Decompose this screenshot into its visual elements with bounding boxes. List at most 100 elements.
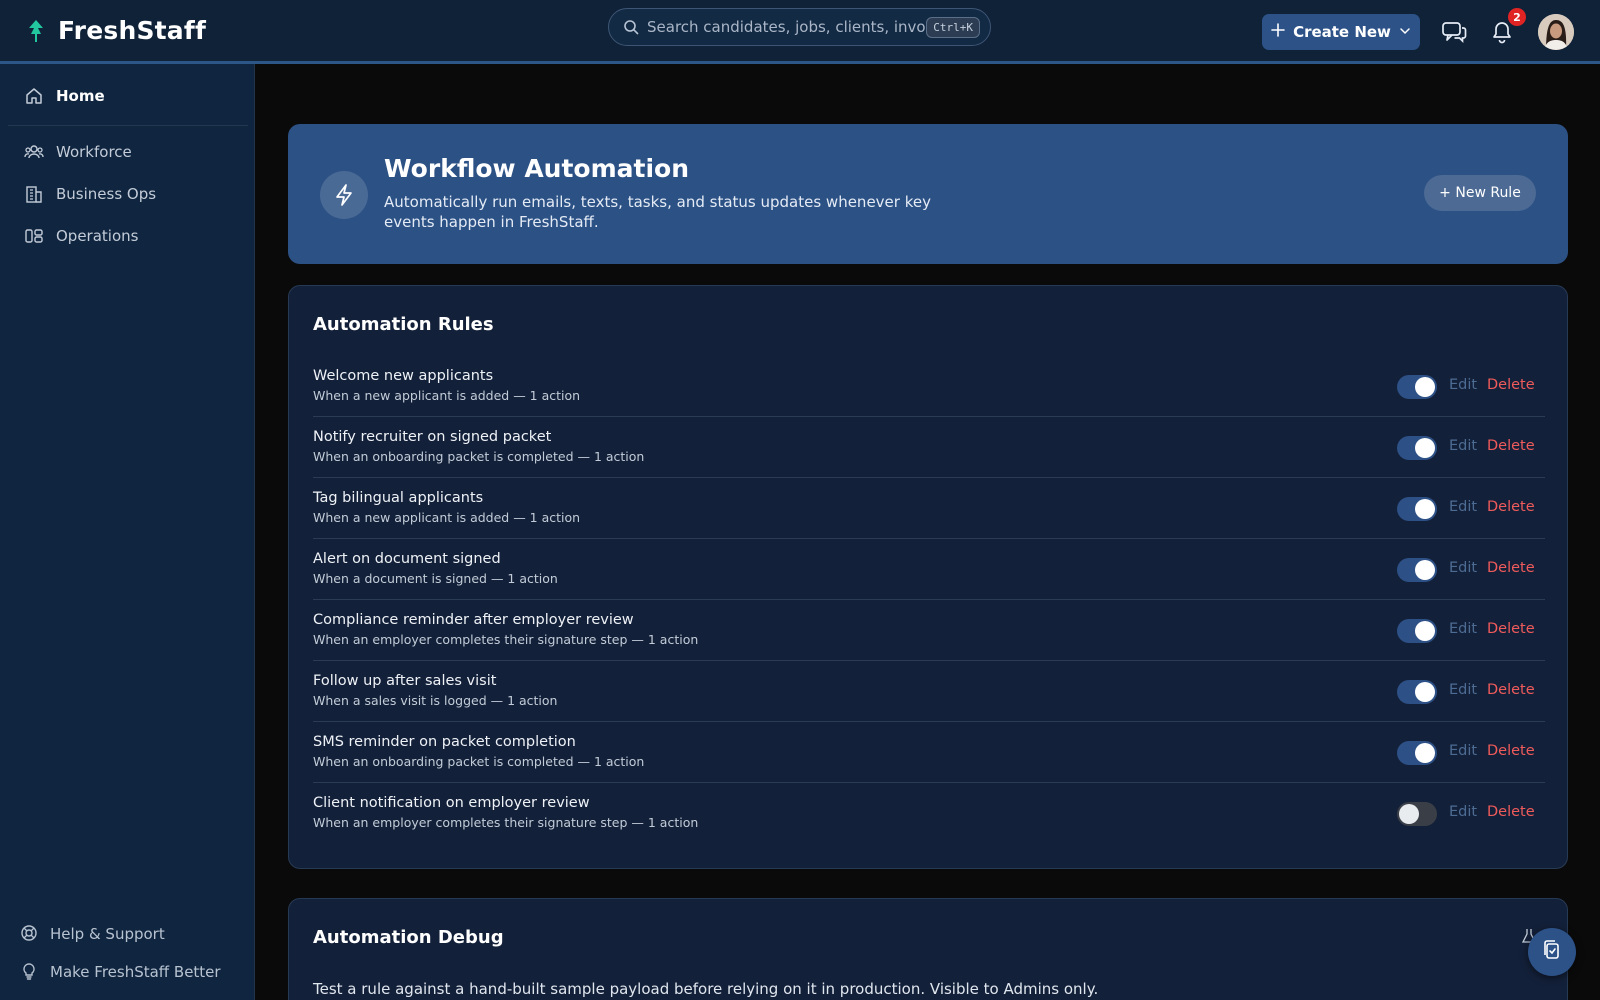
rule-enabled-toggle[interactable] (1397, 375, 1437, 399)
sidebar-item-business-ops[interactable]: Business Ops (24, 184, 156, 204)
edit-rule-link[interactable]: Edit (1449, 743, 1477, 759)
rule-description: When a document is signed — 1 action (313, 571, 558, 586)
toggle-knob (1415, 743, 1435, 763)
sidebar-help-support[interactable]: Help & Support (20, 924, 165, 944)
sidebar-item-label: Operations (56, 227, 139, 245)
avatar[interactable] (1538, 14, 1574, 50)
rule-row: Alert on document signed When a document … (313, 539, 1545, 600)
chevron-down-icon (1399, 23, 1411, 41)
rule-description: When an onboarding packet is completed —… (313, 754, 645, 769)
rule-name: Notify recruiter on signed packet (313, 429, 552, 445)
search-icon (623, 19, 639, 35)
search-input[interactable] (647, 18, 939, 36)
toggle-knob (1415, 682, 1435, 702)
people-icon (24, 142, 44, 162)
rule-row: Welcome new applicants When a new applica… (313, 356, 1545, 417)
sidebar-item-label: Business Ops (56, 185, 157, 203)
toggle-knob (1399, 804, 1419, 824)
rule-description: When an onboarding packet is completed —… (313, 449, 645, 464)
sidebar-make-better[interactable]: Make FreshStaff Better (20, 962, 221, 982)
workflow-automation-header: Workflow Automation Automatically run em… (288, 124, 1568, 264)
edit-rule-link[interactable]: Edit (1449, 438, 1477, 454)
rule-row: Follow up after sales visit When a sales … (313, 661, 1545, 722)
toggle-knob (1415, 377, 1435, 397)
delete-rule-link[interactable]: Delete (1487, 377, 1535, 393)
messages-icon[interactable] (1440, 18, 1468, 46)
rule-name: SMS reminder on packet completion (313, 734, 576, 750)
page-title: Workflow Automation (384, 154, 690, 183)
rule-enabled-toggle[interactable] (1397, 436, 1437, 460)
rule-description: When a new applicant is added — 1 action (313, 510, 581, 525)
toggle-knob (1415, 621, 1435, 641)
edit-rule-link[interactable]: Edit (1449, 560, 1477, 576)
lightbulb-icon (20, 962, 40, 982)
edit-rule-link[interactable]: Edit (1449, 499, 1477, 515)
delete-rule-link[interactable]: Delete (1487, 621, 1535, 637)
rule-enabled-toggle[interactable] (1397, 680, 1437, 704)
operations-icon (24, 226, 44, 246)
building-icon (24, 184, 44, 204)
rule-name: Welcome new applicants (313, 368, 494, 384)
rule-description: When an employer completes their signatu… (313, 815, 699, 830)
sidebar-item-label: Home (56, 87, 105, 105)
sidebar-item-operations[interactable]: Operations (24, 226, 138, 246)
rules-list: Welcome new applicants When a new applica… (313, 356, 1545, 844)
delete-rule-link[interactable]: Delete (1487, 682, 1535, 698)
panel-title: Automation Rules (313, 314, 494, 335)
sidebar-item-home[interactable]: Home (24, 86, 105, 106)
delete-rule-link[interactable]: Delete (1487, 743, 1535, 759)
automation-debug-panel: Automation Debug Test a rule against a h… (288, 898, 1568, 1000)
lifebuoy-icon (20, 924, 40, 944)
home-icon (24, 86, 44, 106)
notification-badge: 2 (1508, 8, 1526, 26)
rule-description: When a sales visit is logged — 1 action (313, 693, 558, 708)
global-search[interactable]: Ctrl+K (608, 8, 991, 46)
rule-row: Compliance reminder after employer revie… (313, 600, 1545, 661)
edit-rule-link[interactable]: Edit (1449, 682, 1477, 698)
rule-enabled-toggle[interactable] (1397, 558, 1437, 582)
edit-rule-link[interactable]: Edit (1449, 621, 1477, 637)
rule-row: Tag bilingual applicants When a new appli… (313, 478, 1545, 539)
brand[interactable]: FreshStaff (26, 16, 206, 45)
new-rule-button[interactable]: + New Rule (1424, 175, 1536, 211)
search-shortcut-hint: Ctrl+K (926, 17, 980, 38)
toggle-knob (1415, 499, 1435, 519)
edit-rule-link[interactable]: Edit (1449, 377, 1477, 393)
rule-enabled-toggle[interactable] (1397, 802, 1437, 826)
toggle-knob (1415, 438, 1435, 458)
panel-description: Test a rule against a hand-built sample … (313, 980, 1099, 998)
edit-rule-link[interactable]: Edit (1449, 804, 1477, 820)
rule-row: SMS reminder on packet completion When an… (313, 722, 1545, 783)
rule-name: Compliance reminder after employer revie… (313, 612, 634, 628)
rule-enabled-toggle[interactable] (1397, 497, 1437, 521)
create-new-button[interactable]: Create New (1262, 14, 1420, 50)
rule-description: When an employer completes their signatu… (313, 632, 699, 647)
delete-rule-link[interactable]: Delete (1487, 438, 1535, 454)
sidebar-item-workforce[interactable]: Workforce (24, 142, 132, 162)
top-bar: FreshStaff Ctrl+K Create New 2 (0, 0, 1600, 64)
toggle-knob (1415, 560, 1435, 580)
plus-icon (1271, 23, 1285, 41)
rule-enabled-toggle[interactable] (1397, 619, 1437, 643)
leaf-pin-icon (26, 18, 46, 44)
delete-rule-link[interactable]: Delete (1487, 804, 1535, 820)
rule-enabled-toggle[interactable] (1397, 741, 1437, 765)
brand-name: FreshStaff (58, 16, 207, 45)
page-description: Automatically run emails, texts, tasks, … (384, 193, 931, 231)
rule-name: Client notification on employer review (313, 795, 590, 811)
sidebar-footer-label: Help & Support (50, 925, 165, 943)
sidebar-divider (8, 125, 248, 126)
rule-row: Notify recruiter on signed packet When an… (313, 417, 1545, 478)
delete-rule-link[interactable]: Delete (1487, 499, 1535, 515)
rule-name: Tag bilingual applicants (313, 490, 484, 506)
rule-row: Client notification on employer review Wh… (313, 783, 1545, 844)
automation-rules-panel: Automation Rules Welcome new applicants W… (288, 285, 1568, 869)
clipboard-fab-button[interactable] (1528, 928, 1576, 976)
sidebar-item-label: Workforce (56, 143, 132, 161)
lightning-icon (320, 171, 368, 219)
create-new-label: Create New (1293, 23, 1391, 41)
delete-rule-link[interactable]: Delete (1487, 560, 1535, 576)
sidebar: Home Workforce Business Ops Operations H… (0, 64, 255, 1000)
sidebar-footer-label: Make FreshStaff Better (50, 963, 221, 981)
panel-title: Automation Debug (313, 927, 504, 948)
